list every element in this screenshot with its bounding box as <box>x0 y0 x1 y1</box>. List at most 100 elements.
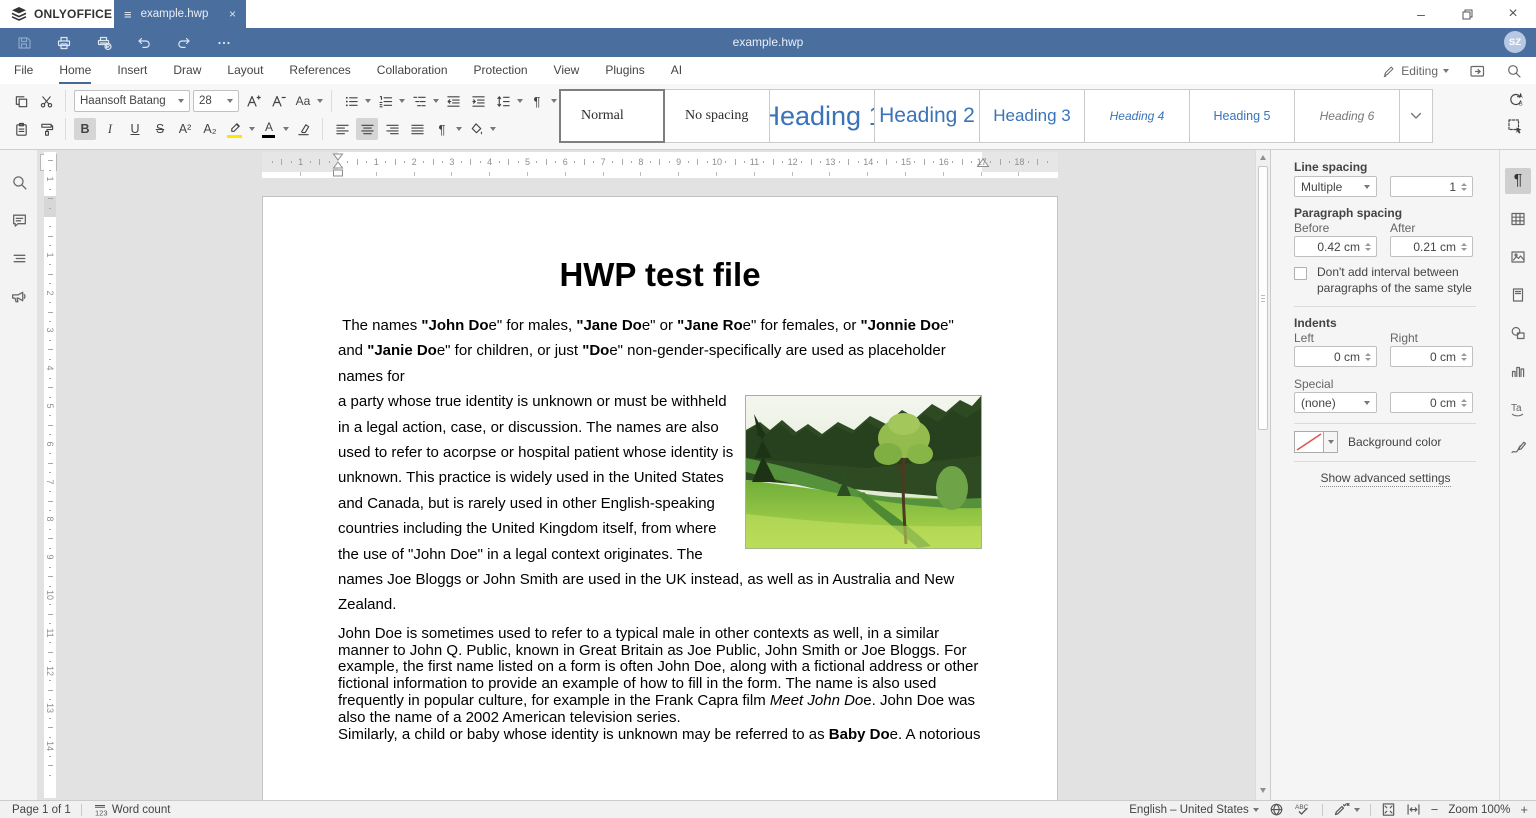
chevron-down-icon[interactable] <box>249 127 255 131</box>
zoom-out-button[interactable]: − <box>1431 802 1439 817</box>
restore-button[interactable] <box>1444 0 1490 28</box>
align-center-button[interactable] <box>356 118 378 140</box>
tab-menu-icon[interactable]: ≡ <box>124 7 132 22</box>
style-heading-4[interactable]: Heading 4 <box>1084 89 1190 143</box>
chevron-down-icon[interactable] <box>365 99 371 103</box>
chevron-down-icon[interactable] <box>517 99 523 103</box>
cut-button[interactable] <box>35 90 57 112</box>
indent-left-spinner[interactable]: 0 cm <box>1294 346 1377 367</box>
bold-button[interactable]: B <box>74 118 96 140</box>
page-indicator[interactable]: Page 1 of 1 <box>12 804 71 816</box>
undo-button[interactable] <box>124 28 164 57</box>
editing-mode-dropdown[interactable]: Editing <box>1382 64 1449 78</box>
paragraph-settings-button[interactable]: ¶ <box>431 118 453 140</box>
multilevel-list-button[interactable] <box>408 90 430 112</box>
shape-settings-tab[interactable] <box>1505 320 1531 346</box>
chevron-down-icon[interactable] <box>433 99 439 103</box>
header-footer-settings-tab[interactable] <box>1505 282 1531 308</box>
menu-item-protection[interactable]: Protection <box>474 57 528 84</box>
print-button[interactable] <box>44 28 84 57</box>
style-heading-1[interactable]: Heading 1 <box>769 89 875 143</box>
chevron-down-icon[interactable] <box>456 127 462 131</box>
scroll-down-icon[interactable] <box>1260 788 1266 793</box>
same-style-interval-checkbox[interactable] <box>1294 267 1307 280</box>
font-size-select[interactable]: 28 <box>193 90 239 112</box>
style-no-spacing[interactable]: No spacing <box>664 89 770 143</box>
sidebar-feedback-button[interactable] <box>7 284 31 308</box>
menu-item-references[interactable]: References <box>289 57 350 84</box>
menu-item-home[interactable]: Home <box>59 57 92 84</box>
vertical-ruler[interactable]: 1 1 2 3 4 5 6 7 8 9 10 11 12 13 14 <box>44 152 56 798</box>
increase-indent-button[interactable] <box>467 90 489 112</box>
style-heading-2[interactable]: Heading 2 <box>874 89 980 143</box>
open-file-location-icon[interactable] <box>1469 63 1486 79</box>
user-avatar[interactable]: SZ <box>1504 31 1526 53</box>
underline-button[interactable]: U <box>124 118 146 140</box>
background-color-dropdown[interactable] <box>1324 431 1338 453</box>
menu-item-collaboration[interactable]: Collaboration <box>377 57 448 84</box>
styles-gallery-expand-button[interactable] <box>1399 89 1433 143</box>
chevron-down-icon[interactable] <box>551 99 557 103</box>
chevron-down-icon[interactable] <box>283 127 289 131</box>
bullets-button[interactable] <box>340 90 362 112</box>
nonprinting-characters-button[interactable]: ¶ <box>526 90 548 112</box>
show-advanced-settings-link[interactable]: Show advanced settings <box>1271 471 1500 487</box>
minimize-button[interactable]: – <box>1398 0 1444 28</box>
chart-settings-tab[interactable] <box>1505 358 1531 384</box>
chevron-down-icon[interactable] <box>490 127 496 131</box>
indent-markers[interactable] <box>331 153 345 177</box>
document-page[interactable]: HWP test file The names "John Doe" for m… <box>262 196 1058 818</box>
change-case-button[interactable]: Aa <box>292 90 314 112</box>
image-settings-tab[interactable] <box>1505 244 1531 270</box>
background-color-swatch[interactable] <box>1294 431 1324 453</box>
horizontal-ruler[interactable]: 1 1 2 3 4 5 6 7 8 9 10 11 12 13 14 15 16 17 18 <box>262 152 1058 178</box>
text-art-settings-tab[interactable]: Ta <box>1505 396 1531 422</box>
align-left-button[interactable] <box>331 118 353 140</box>
zoom-in-button[interactable]: + <box>1520 802 1528 817</box>
vertical-scrollbar[interactable] <box>1255 150 1270 800</box>
font-color-button[interactable]: A <box>258 118 280 140</box>
subscript-button[interactable]: A₂ <box>199 118 221 140</box>
search-icon[interactable] <box>1506 63 1522 79</box>
scrollbar-thumb[interactable] <box>1258 166 1268 430</box>
numbering-button[interactable] <box>374 90 396 112</box>
fit-page-icon[interactable] <box>1381 802 1396 817</box>
spacing-after-spinner[interactable]: 0.21 cm <box>1390 236 1473 257</box>
customize-quick-access-button[interactable] <box>204 28 244 57</box>
line-spacing-select[interactable]: Multiple <box>1294 176 1377 197</box>
menu-item-plugins[interactable]: Plugins <box>605 57 644 84</box>
align-right-button[interactable] <box>381 118 403 140</box>
quick-print-button[interactable] <box>84 28 124 57</box>
shading-button[interactable] <box>465 118 487 140</box>
fit-width-icon[interactable] <box>1406 802 1421 817</box>
indent-right-spinner[interactable]: 0 cm <box>1390 346 1473 367</box>
align-justify-button[interactable] <box>406 118 428 140</box>
paragraph-settings-tab[interactable]: ¶ <box>1505 168 1531 194</box>
sidebar-comments-button[interactable] <box>7 208 31 232</box>
document-language-globe-icon[interactable] <box>1269 802 1284 817</box>
sidebar-navigation-button[interactable] <box>7 246 31 270</box>
italic-button[interactable]: I <box>99 118 121 140</box>
replace-icon[interactable]: A B <box>1507 91 1524 108</box>
special-indent-select[interactable]: (none) <box>1294 392 1377 413</box>
signature-settings-tab[interactable] <box>1505 434 1531 460</box>
style-heading-6[interactable]: Heading 6 <box>1294 89 1400 143</box>
highlight-color-button[interactable] <box>224 118 246 140</box>
menu-item-view[interactable]: View <box>554 57 580 84</box>
save-button[interactable] <box>4 28 44 57</box>
decrease-font-size-button[interactable] <box>267 90 289 112</box>
line-spacing-button[interactable] <box>492 90 514 112</box>
select-all-icon[interactable] <box>1507 118 1524 135</box>
track-changes-button[interactable] <box>1333 802 1360 817</box>
word-count-button[interactable]: 123 Word count <box>92 803 170 817</box>
font-name-select[interactable]: Haansoft Batang <box>74 90 190 112</box>
style-heading-3[interactable]: Heading 3 <box>979 89 1085 143</box>
tab-close-icon[interactable]: × <box>229 7 236 21</box>
superscript-button[interactable]: A² <box>174 118 196 140</box>
menu-item-file[interactable]: File <box>14 57 33 84</box>
increase-font-size-button[interactable] <box>242 90 264 112</box>
table-settings-tab[interactable] <box>1505 206 1531 232</box>
close-window-button[interactable]: × <box>1490 0 1536 28</box>
strikeout-button[interactable]: S <box>149 118 171 140</box>
menu-item-insert[interactable]: Insert <box>117 57 147 84</box>
